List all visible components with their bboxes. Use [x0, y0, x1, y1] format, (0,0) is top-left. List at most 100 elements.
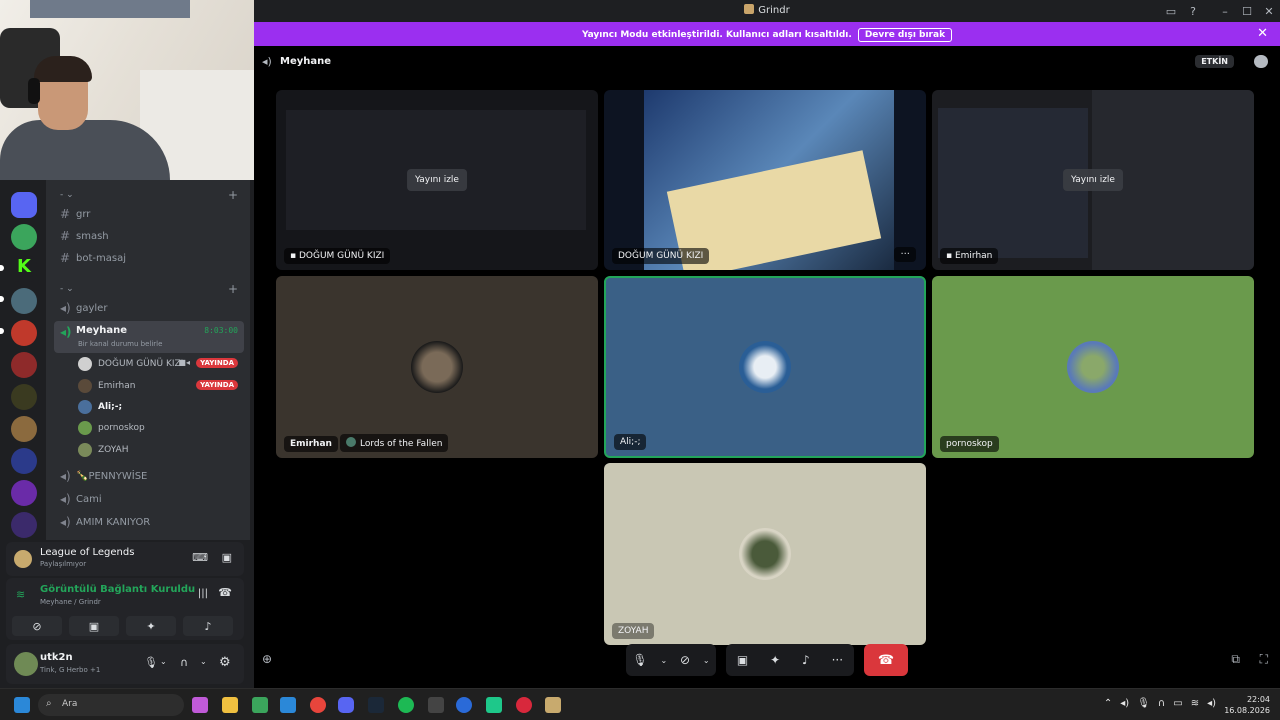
disconnect-icon[interactable]: ☎: [218, 586, 232, 599]
pop-out-icon[interactable]: ⧉: [1231, 652, 1240, 667]
server-icon[interactable]: [11, 224, 37, 250]
soundboard-icon[interactable]: ♪: [802, 653, 810, 667]
voice-channel[interactable]: ◂) gayler: [54, 298, 244, 318]
voice-user[interactable]: pornoskop: [78, 418, 248, 438]
settings-gear-icon[interactable]: ⚙: [219, 655, 231, 670]
text-channel[interactable]: # smash: [54, 226, 244, 246]
soundboard-button[interactable]: ♪: [183, 616, 233, 636]
camera-off-icon[interactable]: ⊘: [680, 653, 690, 667]
fullscreen-icon[interactable]: ⛶: [1260, 652, 1268, 667]
category-collapse[interactable]: - ⌄: [60, 190, 74, 200]
microphone-icon[interactable]: 🎙︎: [632, 653, 647, 667]
noise-suppression-icon[interactable]: |||: [198, 588, 208, 599]
add-channel-icon[interactable]: +: [228, 188, 238, 202]
maximize-button[interactable]: ☐: [1236, 0, 1258, 22]
headphones-icon[interactable]: ∩: [180, 656, 188, 669]
watch-stream-button[interactable]: Yayını izle: [1063, 169, 1123, 191]
close-banner-icon[interactable]: ✕: [1257, 26, 1268, 41]
disconnect-button[interactable]: ☎: [864, 644, 908, 676]
windows-start-icon[interactable]: [14, 697, 30, 713]
chrome-icon[interactable]: [310, 697, 326, 713]
more-options-icon[interactable]: ···: [832, 653, 843, 667]
chevron-up-icon[interactable]: ⌃: [1104, 698, 1112, 709]
app-icon[interactable]: [428, 697, 444, 713]
outlook-icon[interactable]: [280, 697, 296, 713]
copilot-icon[interactable]: [192, 697, 208, 713]
avatar: [78, 400, 92, 414]
help-icon[interactable]: ?: [1182, 0, 1204, 22]
server-icon[interactable]: [11, 512, 37, 538]
screen-share-icon[interactable]: ▣: [737, 653, 748, 667]
voice-user[interactable]: DOĞUM GÜNÜ KIZI ■◂ YAYINDA: [78, 354, 248, 374]
inbox-icon[interactable]: ▭: [1160, 0, 1182, 22]
participant-tile[interactable]: Emirhan Lords of the Fallen: [276, 276, 598, 458]
spotify-icon[interactable]: [398, 697, 414, 713]
microphone-icon[interactable]: 🎙︎: [144, 656, 158, 669]
disable-streamer-mode-button[interactable]: Devre dışı bırak: [857, 28, 953, 42]
connection-title[interactable]: Görüntülü Bağlantı Kuruldu: [40, 584, 195, 595]
server-icon[interactable]: [11, 480, 37, 506]
server-icon[interactable]: [11, 416, 37, 442]
voice-user[interactable]: ZOYAH: [78, 440, 248, 460]
text-channel[interactable]: # bot-masaj: [54, 248, 244, 268]
activities-button[interactable]: ✦: [126, 616, 176, 636]
voice-channel[interactable]: ◂) AMIM KANIYOR: [54, 512, 244, 532]
voice-channel[interactable]: ◂) 🍾PENNYWİSE: [54, 466, 244, 486]
participant-tile-speaking[interactable]: Ali;-;: [604, 276, 926, 458]
voice-channel[interactable]: ◂) Cami: [54, 489, 244, 509]
chevron-down-icon[interactable]: ⌄: [200, 657, 207, 666]
text-channel[interactable]: # grr: [54, 204, 244, 224]
voice-user[interactable]: Ali;-;: [78, 397, 248, 417]
speaker-icon[interactable]: ◂): [1207, 698, 1216, 709]
participant-tile[interactable]: pornoskop: [932, 276, 1254, 458]
watch-stream-button[interactable]: Yayını izle: [407, 169, 467, 191]
minimize-button[interactable]: –: [1214, 0, 1236, 22]
server-icon[interactable]: [11, 320, 37, 346]
screen-share-button[interactable]: ▣: [69, 616, 119, 636]
activities-icon[interactable]: ✦: [770, 653, 780, 667]
add-channel-icon[interactable]: +: [228, 282, 238, 296]
signal-icon[interactable]: ≋: [16, 588, 25, 601]
taskbar-search[interactable]: ⌕ Ara: [38, 694, 184, 716]
microphone-icon[interactable]: 🎙︎: [1137, 698, 1150, 709]
more-options-icon[interactable]: ···: [894, 247, 916, 262]
clock[interactable]: 22:04 16.08.2026: [1224, 694, 1270, 716]
invite-icon[interactable]: ⊕: [262, 652, 272, 666]
wifi-icon[interactable]: ≋: [1191, 698, 1199, 709]
channel-status[interactable]: Bir kanal durumu belirle: [78, 340, 162, 348]
headset-icon[interactable]: ∩: [1158, 698, 1165, 709]
volume-icon[interactable]: ◂): [1120, 698, 1129, 709]
chevron-down-icon[interactable]: ⌄: [703, 656, 710, 665]
chevron-down-icon[interactable]: ⌄: [660, 656, 667, 665]
chat-bubble-icon[interactable]: [1254, 55, 1268, 68]
file-explorer-icon[interactable]: [222, 697, 238, 713]
gamepad-icon[interactable]: ⌨: [192, 551, 208, 564]
league-client-icon[interactable]: [545, 697, 561, 713]
activity-badge[interactable]: ETKİN: [1195, 55, 1234, 68]
chevron-down-icon[interactable]: ⌄: [160, 657, 167, 666]
app-icon[interactable]: [516, 697, 532, 713]
stream-tile[interactable]: Yayını izle ▪ DOĞUM GÜNÜ KIZI: [276, 90, 598, 270]
server-icon[interactable]: [11, 448, 37, 474]
participant-tile[interactable]: ZOYAH: [604, 463, 926, 645]
category-collapse[interactable]: - ⌄: [60, 284, 74, 294]
voice-channel-active[interactable]: ◂) Meyhane 8:03:00 Bir kanal durumu belir…: [54, 321, 244, 353]
share-screen-icon[interactable]: ▣: [222, 551, 232, 564]
stream-tile[interactable]: DOĞUM GÜNÜ KIZI ···: [604, 90, 926, 270]
app-icon[interactable]: [486, 697, 502, 713]
discord-icon[interactable]: [338, 697, 354, 713]
kick-server-icon[interactable]: K: [11, 256, 37, 282]
close-window-button[interactable]: ✕: [1258, 0, 1280, 22]
voice-user[interactable]: Emirhan YAYINDA: [78, 376, 248, 396]
camera-off-button[interactable]: ⊘: [12, 616, 62, 636]
server-icon[interactable]: [11, 384, 37, 410]
server-icon[interactable]: [11, 288, 37, 314]
direct-messages-icon[interactable]: [11, 192, 37, 218]
stream-tile[interactable]: Yayını izle ▪ Emirhan: [932, 90, 1254, 270]
app-icon[interactable]: [456, 697, 472, 713]
xbox-icon[interactable]: [252, 697, 268, 713]
avatar[interactable]: [14, 652, 38, 676]
steam-icon[interactable]: [368, 697, 384, 713]
display-icon[interactable]: ▭: [1173, 698, 1182, 709]
server-icon[interactable]: [11, 352, 37, 378]
